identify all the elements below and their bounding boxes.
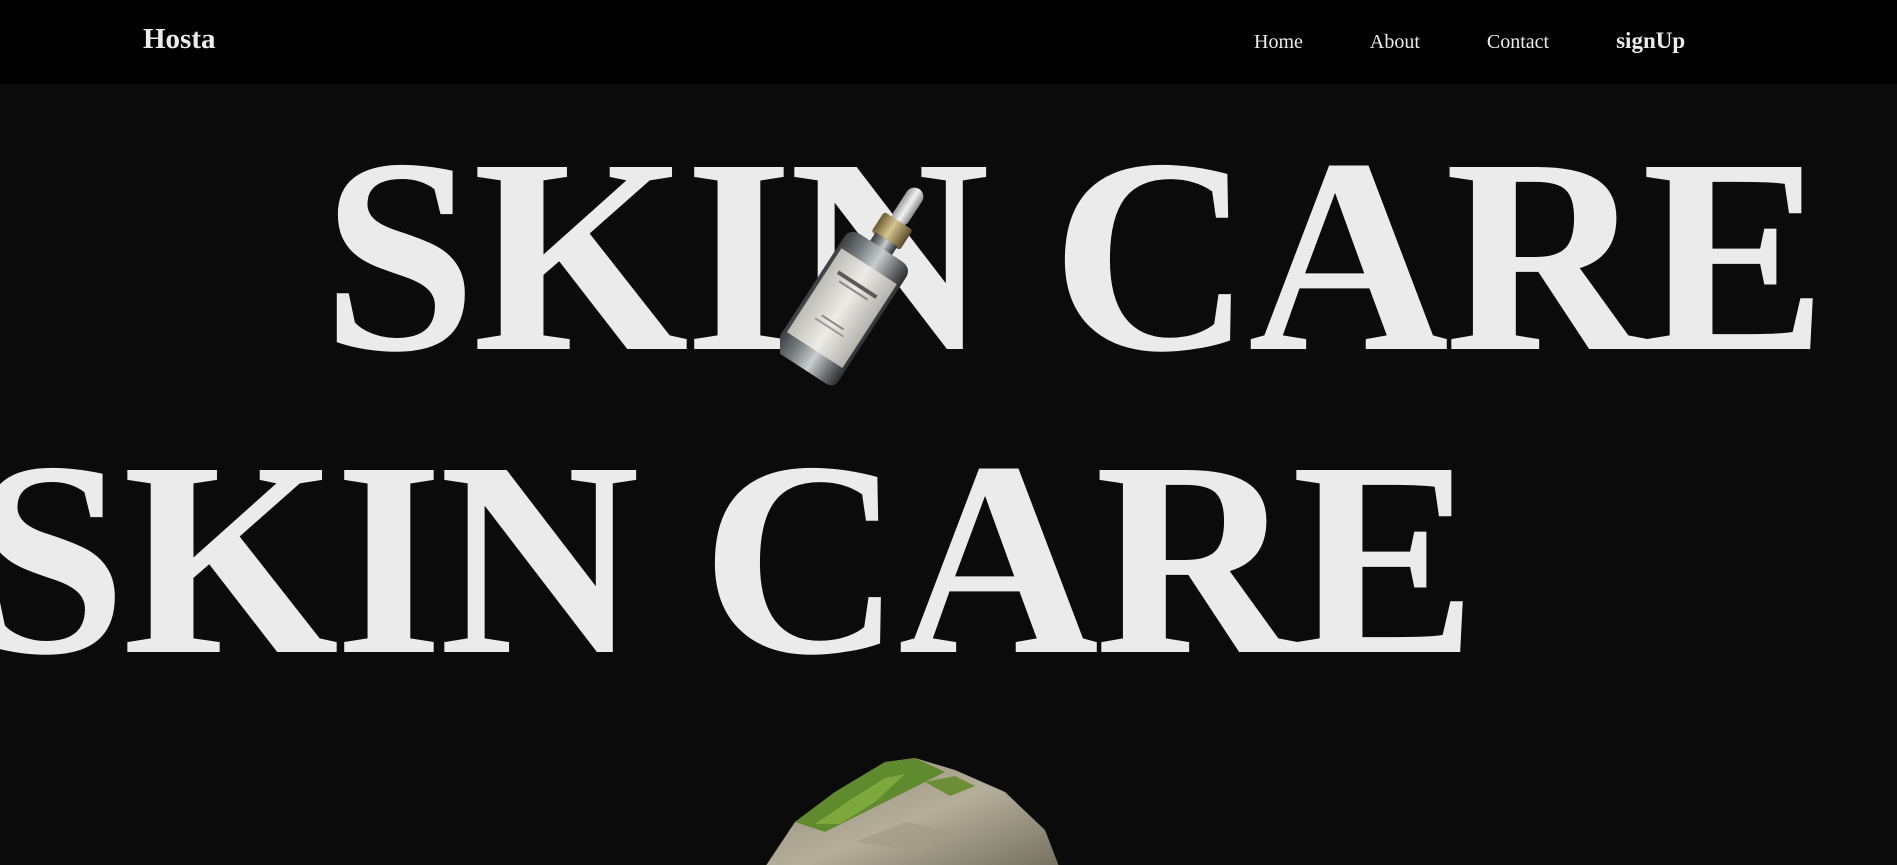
nav-link-home[interactable]: Home [1254, 31, 1303, 54]
brand-logo[interactable]: Hosta [143, 23, 216, 56]
nav-link-contact[interactable]: Contact [1487, 31, 1549, 54]
hero-headline-top: SKIN CARE [322, 102, 1827, 410]
nav-link-about[interactable]: About [1370, 31, 1420, 54]
nav-links: Home About Contact signUp [1254, 28, 1685, 55]
signup-link[interactable]: signUp [1616, 28, 1685, 54]
hero-headline-bottom: SKIN CARE [0, 405, 1477, 713]
landing-page: Hosta Home About Contact signUp SKIN CAR… [0, 0, 1897, 865]
serum-bottle-image [780, 187, 924, 386]
navbar: Hosta Home About Contact signUp [0, 0, 1897, 84]
mossy-rock-image [766, 758, 1059, 865]
